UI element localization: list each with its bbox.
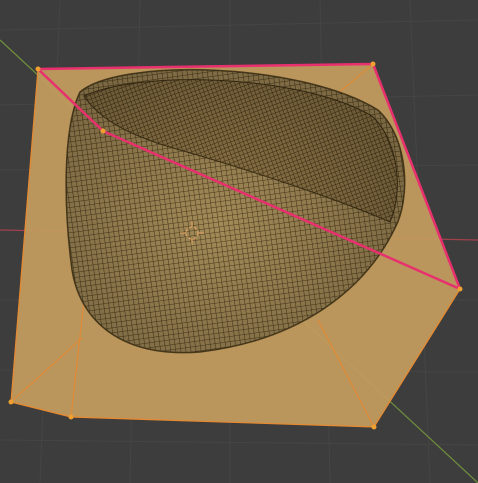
vertex[interactable] <box>35 66 41 72</box>
vertex[interactable] <box>100 128 106 134</box>
vertex[interactable] <box>371 424 377 430</box>
vertex[interactable] <box>8 399 14 405</box>
vertex[interactable] <box>370 61 376 67</box>
vertex[interactable] <box>457 286 463 292</box>
3d-viewport[interactable] <box>0 0 478 483</box>
viewport-scene[interactable] <box>0 0 478 483</box>
vertex[interactable] <box>68 414 74 420</box>
